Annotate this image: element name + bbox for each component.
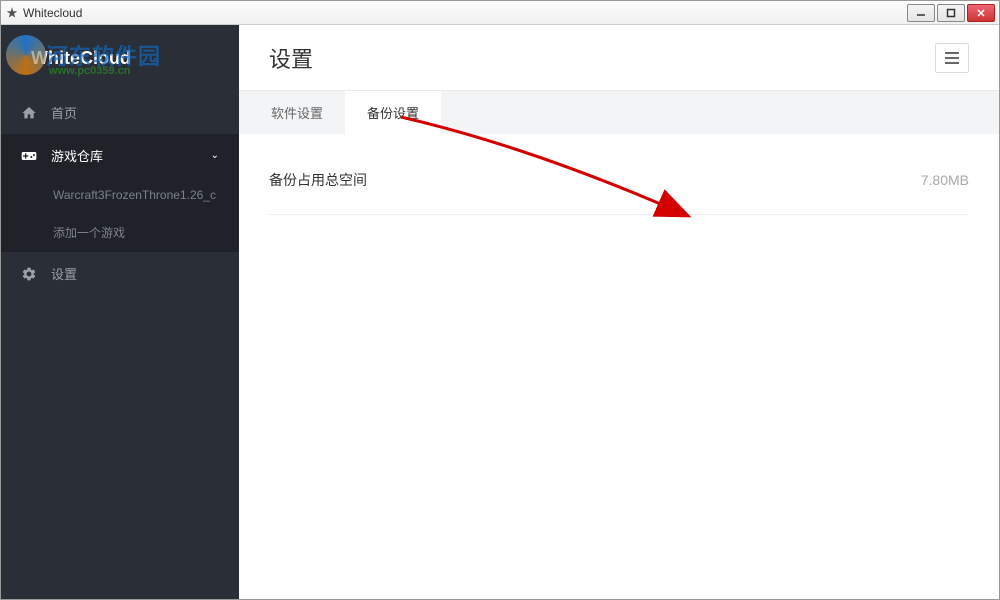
sidebar-item-label: 设置: [51, 264, 219, 283]
window-controls: [907, 4, 995, 22]
sidebar-subitem-label: Warcraft3FrozenThrone1.26_c: [53, 188, 216, 202]
tab-label: 备份设置: [367, 106, 419, 121]
chevron-down-icon: ⌄: [211, 150, 219, 161]
window-titlebar: Whitecloud: [1, 1, 999, 25]
sidebar-subitem-game[interactable]: Warcraft3FrozenThrone1.26_c: [1, 177, 239, 213]
brand-name: WhiteCloud: [31, 48, 131, 69]
sidebar-item-game-library[interactable]: 游戏仓库 ⌄: [1, 134, 239, 177]
maximize-button[interactable]: [937, 4, 965, 22]
main-header: 设置: [239, 25, 999, 91]
tab-backup-settings[interactable]: 备份设置: [345, 91, 441, 134]
sidebar-item-label: 游戏仓库: [51, 146, 211, 165]
hamburger-icon: [945, 52, 959, 64]
menu-toggle-button[interactable]: [935, 43, 969, 73]
window-title: Whitecloud: [23, 6, 907, 20]
minimize-button[interactable]: [907, 4, 935, 22]
sidebar-subitem-add-game[interactable]: 添加一个游戏: [1, 213, 239, 252]
backup-space-label: 备份占用总空间: [269, 170, 921, 190]
tab-label: 软件设置: [271, 106, 323, 121]
tab-software-settings[interactable]: 软件设置: [249, 91, 345, 134]
sidebar-item-settings[interactable]: 设置: [1, 252, 239, 295]
backup-space-row: 备份占用总空间 7.80MB: [269, 160, 969, 215]
gamepad-icon: [21, 148, 37, 164]
sidebar-subitem-label: 添加一个游戏: [53, 226, 125, 240]
close-button[interactable]: [967, 4, 995, 22]
tabs: 软件设置 备份设置: [239, 91, 999, 134]
backup-space-value: 7.80MB: [921, 172, 969, 188]
sidebar-item-label: 首页: [51, 103, 219, 122]
sidebar-item-home[interactable]: 首页: [1, 91, 239, 134]
main-content: 设置 软件设置 备份设置 备份占用总空间 7.80MB: [239, 25, 999, 599]
sidebar: WhiteCloud 首页 游戏仓库 ⌄ Warcraft3FrozenThro…: [1, 25, 239, 599]
gear-icon: [21, 266, 37, 282]
home-icon: [21, 105, 37, 121]
app-icon: [5, 6, 19, 20]
settings-content: 备份占用总空间 7.80MB: [239, 134, 999, 599]
brand: WhiteCloud: [1, 25, 239, 91]
page-title: 设置: [269, 42, 935, 74]
